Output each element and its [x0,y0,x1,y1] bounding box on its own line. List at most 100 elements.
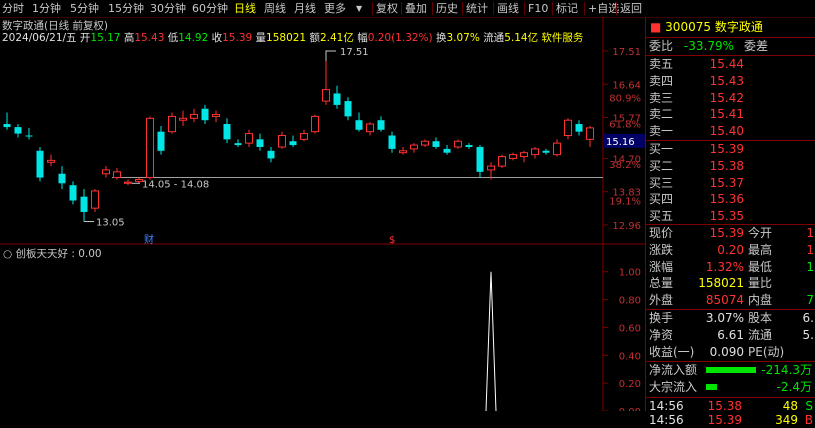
period-tab[interactable]: 更多 [324,1,346,16]
stat-label: 流通 [748,327,773,342]
stat-value: 85074 [705,293,744,308]
candle-body [586,127,594,140]
toolbar-button[interactable]: +自选 [588,1,619,16]
stat-value: 1 [806,226,814,240]
stock-code-marker: ■ [650,20,662,34]
bid-row[interactable]: 买二 15.38 [646,158,815,174]
fib-level-label: 38.2% [609,160,641,171]
candle-body [300,133,308,140]
tick-row: 14:56 15.39 349 B [646,412,815,428]
fib-level-label: 19.1% [609,197,641,208]
candle-body [14,127,22,134]
candle-body [333,93,341,105]
bid-label: 买一 [649,142,674,156]
bid-row[interactable]: 买一 15.39 [646,141,815,157]
candle-body [410,144,418,150]
toolbar-button[interactable]: 统计 [466,1,488,16]
bid-row[interactable]: 买三 15.37 [646,175,815,191]
candle-body [124,181,132,184]
open-value: 15.17 [90,32,121,44]
bid-price: 15.39 [709,142,744,156]
stat-value: 15.39 [709,226,744,240]
ask-label: 卖一 [649,124,674,139]
bid-row[interactable]: 买四 15.36 [646,191,815,207]
toolbar-separator [616,2,617,15]
quote-panel: ■ 300075 数字政通 委比 -33.79% 委差 卖五 15.44 卖四 15.… [646,17,815,427]
fib-level-label: 61.8% [609,119,641,130]
toolbar-button[interactable]: 画线 [497,1,519,16]
period-tab[interactable]: 15分钟 [108,1,144,16]
amount-value: 2.41亿 [319,32,354,44]
float-label: 流通 [483,32,505,44]
sector-link[interactable]: 软件服务 [541,32,583,44]
bid-label: 买五 [649,209,674,224]
indicator-spike [485,271,497,412]
volume-label: 量 [255,32,267,44]
indicator-title: ○ 创板天天好 : 0.00 [3,247,102,260]
stat-label: 今开 [748,226,773,240]
float-value: 5.14亿 [504,32,539,44]
candlestick-chart[interactable]: 17.5116.6415.7714.7013.8312.9680.9%61.8%… [0,17,645,418]
toolbar-button[interactable]: F10 [528,1,548,16]
y-axis-tick-label: 16.64 [612,80,641,91]
bid-label: 买三 [649,175,674,190]
diff-label: 委差 [744,39,769,53]
bar-date: 2024/06/21/五 [2,32,77,44]
candle-body [575,124,583,132]
range-label: 14.05 - 14.08 [142,179,209,190]
high-value: 15.43 [134,32,165,44]
ask-row[interactable]: 卖二 15.41 [646,106,815,122]
candle-body [223,124,231,140]
indicator-tick-label: 1.00 [619,268,641,279]
candle-body [190,113,198,119]
ask-row[interactable]: 卖四 15.43 [646,73,815,89]
candle-body [531,148,539,156]
bid-price: 15.35 [709,209,744,224]
ask-price: 15.40 [709,124,744,139]
tick-flag: B [804,413,813,427]
candle-body [58,173,66,184]
open-label: 开 [79,32,91,44]
bid-label: 买二 [649,158,674,173]
stat-label: 涨跌 [649,242,674,257]
period-tab[interactable]: 1分钟 [32,1,61,16]
ask-price: 15.41 [709,107,744,122]
candle-body [564,119,572,136]
ratio-value: -33.79% [683,39,734,53]
more-dropdown-icon[interactable]: ▼ [356,1,362,16]
period-tab[interactable]: 60分钟 [192,1,228,16]
volume-value: 158021 [266,32,307,44]
flow-value: -2.4万 [776,380,812,394]
ask-row[interactable]: 卖一 15.40 [646,123,815,139]
toolbar-button[interactable]: 标记 [556,1,578,16]
ask-row[interactable]: 卖三 15.42 [646,90,815,106]
toolbar-button[interactable]: 返回 [620,1,642,16]
tick-volume: 349 [775,413,798,427]
candle-body [113,171,121,179]
period-tab[interactable]: 周线 [264,1,286,16]
ask-price: 15.44 [709,57,744,71]
toolbar-button[interactable]: 叠加 [405,1,427,16]
quote-stat-row: 现价 15.39 今开 1 [646,225,815,241]
ask-label: 卖五 [649,57,674,71]
toolbar-separator [462,2,463,15]
period-tab[interactable]: 日线 [234,1,256,16]
bid-row[interactable]: 买五 15.35 [646,208,815,224]
period-tab[interactable]: 分时 [2,1,24,16]
tick-time: 14:56 [649,413,684,427]
stat-label: 现价 [649,226,674,240]
ask-row[interactable]: 卖五 15.44 [646,56,815,72]
flow-bar [706,384,717,390]
turnover-label: 换 [435,32,447,44]
toolbar-button[interactable]: 复权 [376,1,398,16]
candle-body [179,117,187,121]
period-tab[interactable]: 30分钟 [150,1,186,16]
toolbar-button[interactable]: 历史 [436,1,458,16]
period-tab[interactable]: 月线 [294,1,316,16]
amount-label: 额 [309,32,320,44]
fib-level-label: 80.9% [609,93,641,104]
y-axis-tick-label: 17.51 [612,47,641,58]
chart-area[interactable]: 17.51 16.64 15.77 14.70 13.83 12.96 80.9% 61.8%… [0,17,645,418]
quote-stat-row: 收益(一) 0.090 PE(动) [646,344,815,360]
period-tab[interactable]: 5分钟 [70,1,99,16]
